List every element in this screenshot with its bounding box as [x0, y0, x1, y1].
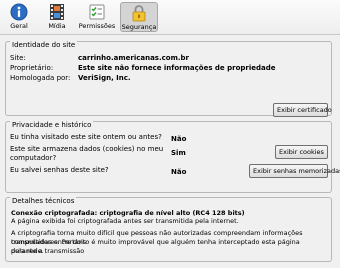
- security-panel: Identidade do site Site: carrinho.americ…: [0, 34, 340, 268]
- group-legend: Privacidade e histórico: [10, 121, 94, 130]
- owner-value: Este site não fornece informações de pro…: [78, 64, 276, 72]
- site-label: Site:: [10, 54, 26, 62]
- tab-permissions[interactable]: Permissões: [77, 2, 117, 32]
- tab-general[interactable]: Geral: [2, 2, 36, 32]
- view-saved-passwords-button[interactable]: Exibir senhas memorizadas: [249, 164, 340, 178]
- media-icon: [50, 4, 64, 20]
- group-legend: Identidade do site: [10, 41, 78, 50]
- tab-media[interactable]: Mídia: [40, 2, 74, 32]
- technical-details-group: Detalhes técnicos Conexão criptografada:…: [5, 197, 332, 262]
- view-certificate-button[interactable]: Exibir certificado: [273, 103, 332, 117]
- answer-passwords: Não: [171, 168, 187, 176]
- tab-security[interactable]: Segurança: [120, 2, 158, 32]
- tab-label: Mídia: [48, 22, 66, 30]
- preferences-toolbar: Geral Mídia Permissões Segurança: [0, 0, 340, 34]
- encryption-note: A página exibida foi criptografada antes…: [11, 217, 239, 225]
- verified-by-label: Homologada por:: [10, 74, 71, 82]
- answer-cookies: Sim: [171, 149, 186, 157]
- question-cookies-line2: computador?: [10, 154, 57, 162]
- question-visited: Eu tinha visitado este site ontem ou ant…: [10, 133, 162, 141]
- tab-label: Segurança: [121, 23, 157, 31]
- permissions-icon: [89, 4, 105, 20]
- tab-label: Geral: [10, 22, 28, 30]
- group-legend: Detalhes técnicos: [10, 197, 77, 206]
- view-cookies-button[interactable]: Exibir cookies: [275, 145, 328, 159]
- privacy-history-group: Privacidade e histórico Eu tinha visitad…: [5, 121, 340, 193]
- question-passwords: Eu salvei senhas deste site?: [10, 166, 109, 174]
- lock-icon: [132, 5, 146, 22]
- tab-label: Permissões: [78, 22, 116, 30]
- verified-by-value: VeriSign, Inc.: [78, 74, 131, 82]
- question-cookies-line1: Este site armazena dados (cookies) no me…: [10, 145, 164, 153]
- owner-label: Proprietário:: [10, 64, 54, 72]
- site-identity-group: Identidade do site Site: carrinho.americ…: [5, 41, 332, 117]
- encryption-explanation-line3: pela rede.: [11, 247, 44, 255]
- info-icon: [10, 3, 28, 21]
- answer-visited: Não: [171, 135, 187, 143]
- site-value: carrinho.americanas.com.br: [78, 54, 190, 62]
